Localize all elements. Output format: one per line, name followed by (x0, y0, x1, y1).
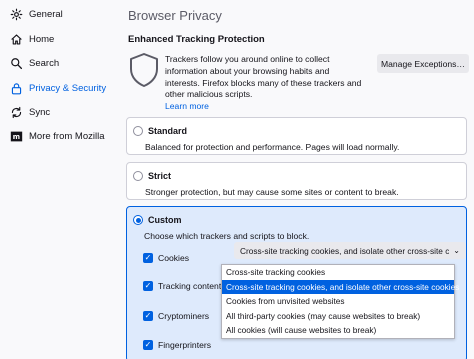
option-label: Custom (148, 215, 182, 225)
etp-description: Trackers follow you around online to col… (165, 54, 365, 113)
sidebar-item-sync[interactable]: Sync (10, 103, 50, 121)
checkbox-cryptominers[interactable]: ✓ Cryptominers (143, 311, 209, 321)
checkbox-label: Fingerprinters (158, 340, 212, 350)
dropdown-option[interactable]: Cross-site tracking cookies (222, 265, 454, 280)
page-title: Browser Privacy (128, 8, 222, 23)
cookies-dropdown-menu: Cross-site tracking cookies Cross-site t… (221, 264, 459, 339)
radio-custom[interactable]: Custom (133, 215, 182, 225)
sidebar-item-label: Search (29, 57, 60, 69)
dropdown-selected-value: Cross-site tracking cookies, and isolate… (240, 245, 450, 256)
option-label: Standard (148, 126, 188, 136)
gear-icon (10, 8, 23, 21)
checkbox-tracking-content[interactable]: ✓ Tracking content (143, 281, 221, 291)
checkmark-icon[interactable]: ✓ (143, 340, 153, 350)
sidebar-item-general[interactable]: General (10, 5, 63, 23)
checkbox-label: Tracking content (158, 281, 222, 291)
checkbox-label: Cookies (158, 253, 190, 263)
sidebar-item-home[interactable]: Home (10, 30, 54, 48)
dropdown-option[interactable]: Cookies from unvisited websites (222, 294, 454, 309)
sidebar-item-label: Home (29, 33, 55, 45)
radio-standard[interactable]: Standard (133, 126, 187, 136)
sidebar-item-search[interactable]: Search (10, 54, 59, 72)
checkbox-cookies[interactable]: ✓ Cookies (143, 253, 189, 263)
checkbox-label: Cryptominers (158, 311, 210, 321)
shield-icon (130, 53, 158, 87)
sidebar-item-privacy[interactable]: Privacy & Security (10, 79, 106, 97)
dropdown-option[interactable]: All cookies (will cause websites to brea… (222, 323, 454, 338)
checkmark-icon[interactable]: ✓ (143, 253, 153, 263)
lock-icon (10, 82, 23, 95)
home-icon (10, 33, 23, 46)
option-description: Balanced for protection and performance.… (145, 142, 400, 152)
sidebar-item-label: General (29, 8, 63, 20)
chevron-down-icon: ⌄ (453, 246, 460, 255)
option-standard[interactable]: Standard Balanced for protection and per… (126, 117, 467, 155)
option-label: Strict (148, 171, 172, 181)
sidebar-item-more-from-mozilla[interactable]: More from Mozilla (10, 127, 105, 145)
dropdown-option[interactable]: Cross-site tracking cookies, and isolate… (222, 279, 459, 294)
cookies-dropdown[interactable]: Cross-site tracking cookies, and isolate… (234, 242, 466, 259)
manage-exceptions-button[interactable]: Manage Exceptions… (377, 54, 469, 73)
sidebar-item-label: Privacy & Security (29, 82, 107, 94)
sidebar: General Home Search Privacy & Security S… (0, 0, 112, 359)
search-icon (10, 57, 23, 70)
section-title: Enhanced Tracking Protection (128, 34, 265, 45)
option-strict[interactable]: Strict Stronger protection, but may caus… (126, 162, 467, 200)
sidebar-item-label: Sync (29, 106, 51, 118)
radio-button[interactable] (133, 171, 143, 181)
mozilla-icon (10, 130, 23, 143)
radio-button[interactable] (133, 126, 143, 136)
option-description: Stronger protection, but may cause some … (145, 187, 399, 197)
option-description: Choose which trackers and scripts to blo… (144, 231, 310, 241)
etp-description-text: Trackers follow you around online to col… (165, 54, 362, 100)
checkmark-icon[interactable]: ✓ (143, 311, 153, 321)
sidebar-item-label: More from Mozilla (29, 130, 105, 142)
learn-more-link[interactable]: Learn more (165, 101, 209, 111)
radio-strict[interactable]: Strict (133, 171, 171, 181)
radio-button[interactable] (133, 215, 143, 225)
dropdown-option[interactable]: All third-party cookies (may cause websi… (222, 309, 454, 324)
checkmark-icon[interactable]: ✓ (143, 281, 153, 291)
checkbox-fingerprinters[interactable]: ✓ Fingerprinters (143, 340, 211, 350)
sync-icon (10, 106, 23, 119)
